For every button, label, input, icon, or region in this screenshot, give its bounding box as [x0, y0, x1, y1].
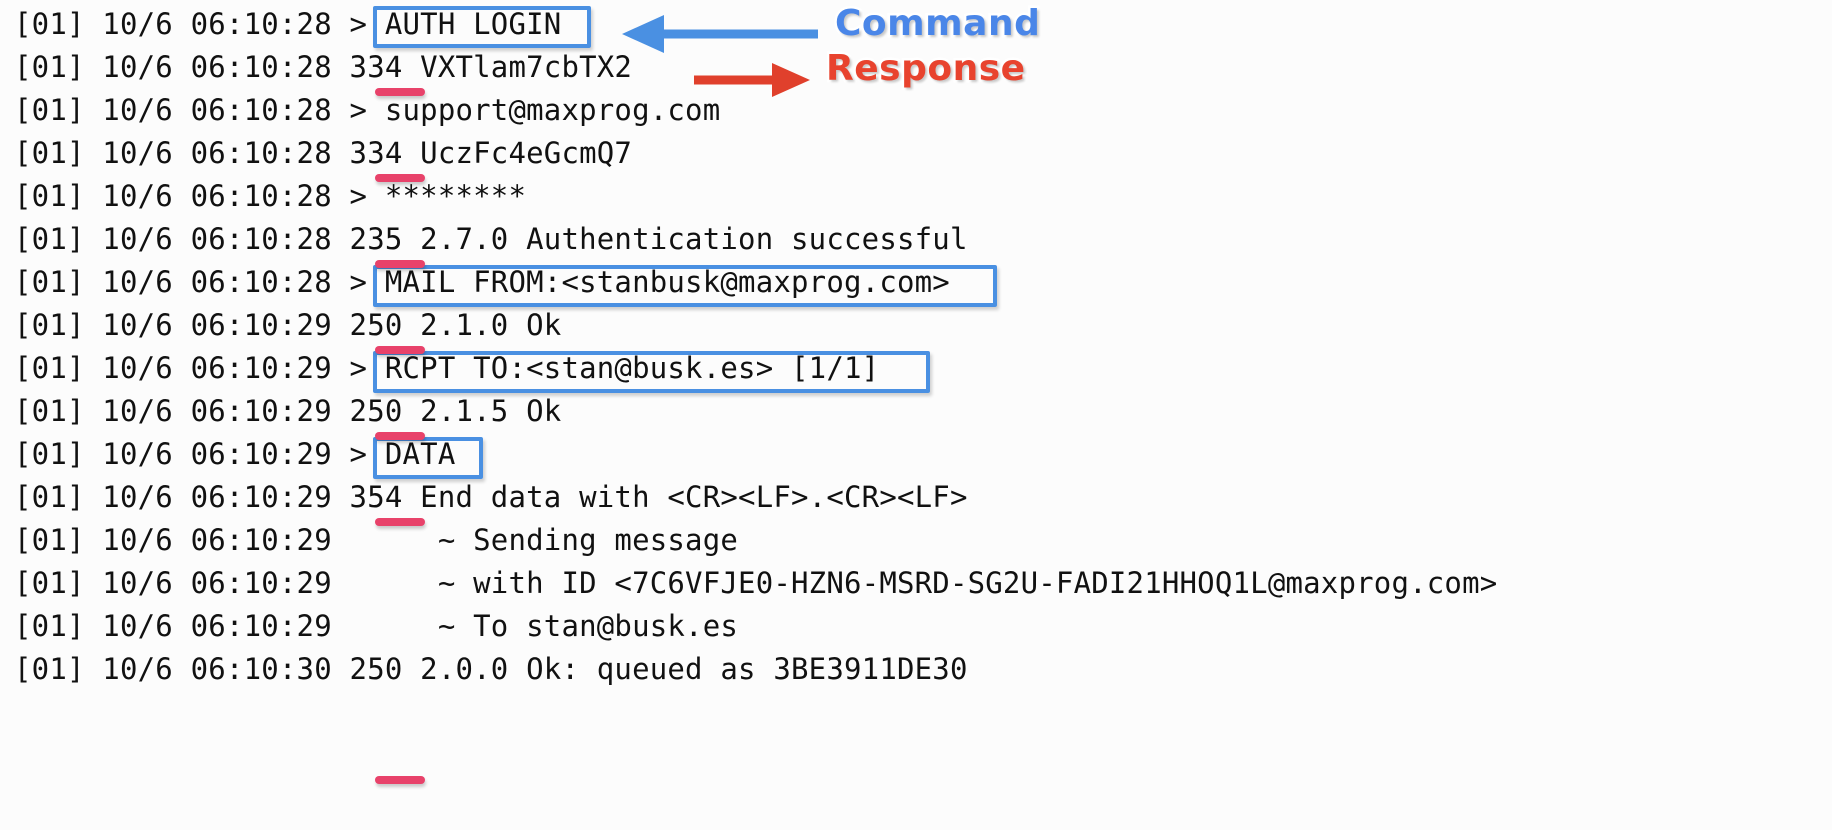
- log-line-prefix: [01] 10/6 06:10:28: [14, 50, 350, 84]
- log-line-prefix: [01] 10/6 06:10:29: [14, 394, 350, 428]
- log-line: [01] 10/6 06:10:29 250 2.1.0 Ok: [14, 304, 561, 347]
- log-line-body: 334 UczFc4eGcmQ7: [349, 136, 633, 170]
- arrow-left-icon: [622, 15, 818, 53]
- legend-label-response: Response: [824, 46, 1028, 92]
- response-code-underline-235: [375, 260, 425, 268]
- response-code-underline-334b: [375, 174, 425, 182]
- log-line-prefix: [01] 10/6 06:10:30: [14, 652, 350, 686]
- log-line-body: ~ with ID <7C6VFJE0-HZN6-MSRD-SG2U-FADI2…: [349, 566, 1498, 600]
- log-line: [01] 10/6 06:10:28 > ********: [14, 175, 526, 218]
- log-line-body: > DATA: [349, 437, 456, 471]
- log-line-body: 250 2.1.0 Ok: [349, 308, 562, 342]
- log-line: [01] 10/6 06:10:28 > MAIL FROM:<stanbusk…: [14, 261, 950, 304]
- log-line-prefix: [01] 10/6 06:10:29: [14, 437, 350, 471]
- log-line-body: 334 VXTlam7cbTX2: [349, 50, 633, 84]
- log-line-prefix: [01] 10/6 06:10:29: [14, 566, 350, 600]
- log-line-body: > AUTH LOGIN: [349, 7, 562, 41]
- response-code-underline-250c: [375, 776, 425, 784]
- log-line-body: ~ Sending message: [349, 523, 739, 557]
- log-line-prefix: [01] 10/6 06:10:29: [14, 523, 350, 557]
- log-line-body: > MAIL FROM:<stanbusk@maxprog.com>: [349, 265, 950, 299]
- log-line: [01] 10/6 06:10:28 > AUTH LOGIN: [14, 3, 561, 46]
- log-line-prefix: [01] 10/6 06:10:29: [14, 351, 350, 385]
- arrow-right-icon: [694, 63, 810, 97]
- log-line-prefix: [01] 10/6 06:10:29: [14, 480, 350, 514]
- log-line: [01] 10/6 06:10:30 250 2.0.0 Ok: queued …: [14, 648, 968, 691]
- response-code-underline-354: [375, 518, 425, 526]
- log-line-prefix: [01] 10/6 06:10:28: [14, 7, 350, 41]
- log-line-prefix: [01] 10/6 06:10:28: [14, 265, 350, 299]
- log-line-prefix: [01] 10/6 06:10:28: [14, 222, 350, 256]
- log-line-prefix: [01] 10/6 06:10:28: [14, 93, 350, 127]
- response-code-underline-250b: [375, 432, 425, 440]
- log-line-body: 354 End data with <CR><LF>.<CR><LF>: [349, 480, 968, 514]
- log-line-prefix: [01] 10/6 06:10:29: [14, 609, 350, 643]
- log-line: [01] 10/6 06:10:29 ~ with ID <7C6VFJE0-H…: [14, 562, 1497, 605]
- log-line-prefix: [01] 10/6 06:10:29: [14, 308, 350, 342]
- log-line: [01] 10/6 06:10:28 > support@maxprog.com: [14, 89, 720, 132]
- log-line-prefix: [01] 10/6 06:10:28: [14, 136, 350, 170]
- log-line-body: 235 2.7.0 Authentication successful: [349, 222, 968, 256]
- log-line: [01] 10/6 06:10:29 ~ To stan@busk.es: [14, 605, 738, 648]
- legend-label-command: Command: [832, 1, 1042, 47]
- log-line: [01] 10/6 06:10:29 > RCPT TO:<stan@busk.…: [14, 347, 879, 390]
- log-line: [01] 10/6 06:10:28 235 2.7.0 Authenticat…: [14, 218, 968, 261]
- log-line-body: ~ To stan@busk.es: [349, 609, 739, 643]
- log-line: [01] 10/6 06:10:28 334 UczFc4eGcmQ7: [14, 132, 632, 175]
- log-line-prefix: [01] 10/6 06:10:28: [14, 179, 350, 213]
- response-code-underline-334a: [375, 88, 425, 96]
- log-line-body: 250 2.0.0 Ok: queued as 3BE3911DE30: [349, 652, 968, 686]
- log-line: [01] 10/6 06:10:29 354 End data with <CR…: [14, 476, 968, 519]
- smtp-log-view: [01] 10/6 06:10:28 > AUTH LOGIN [01] 10/6…: [0, 0, 1832, 830]
- log-line: [01] 10/6 06:10:28 334 VXTlam7cbTX2: [14, 46, 632, 89]
- log-line-body: > ********: [349, 179, 527, 213]
- log-line: [01] 10/6 06:10:29 250 2.1.5 Ok: [14, 390, 561, 433]
- response-code-underline-250a: [375, 346, 425, 354]
- log-line-body: > RCPT TO:<stan@busk.es> [1/1]: [349, 351, 880, 385]
- log-line-body: > support@maxprog.com: [349, 93, 721, 127]
- log-line-body: 250 2.1.5 Ok: [349, 394, 562, 428]
